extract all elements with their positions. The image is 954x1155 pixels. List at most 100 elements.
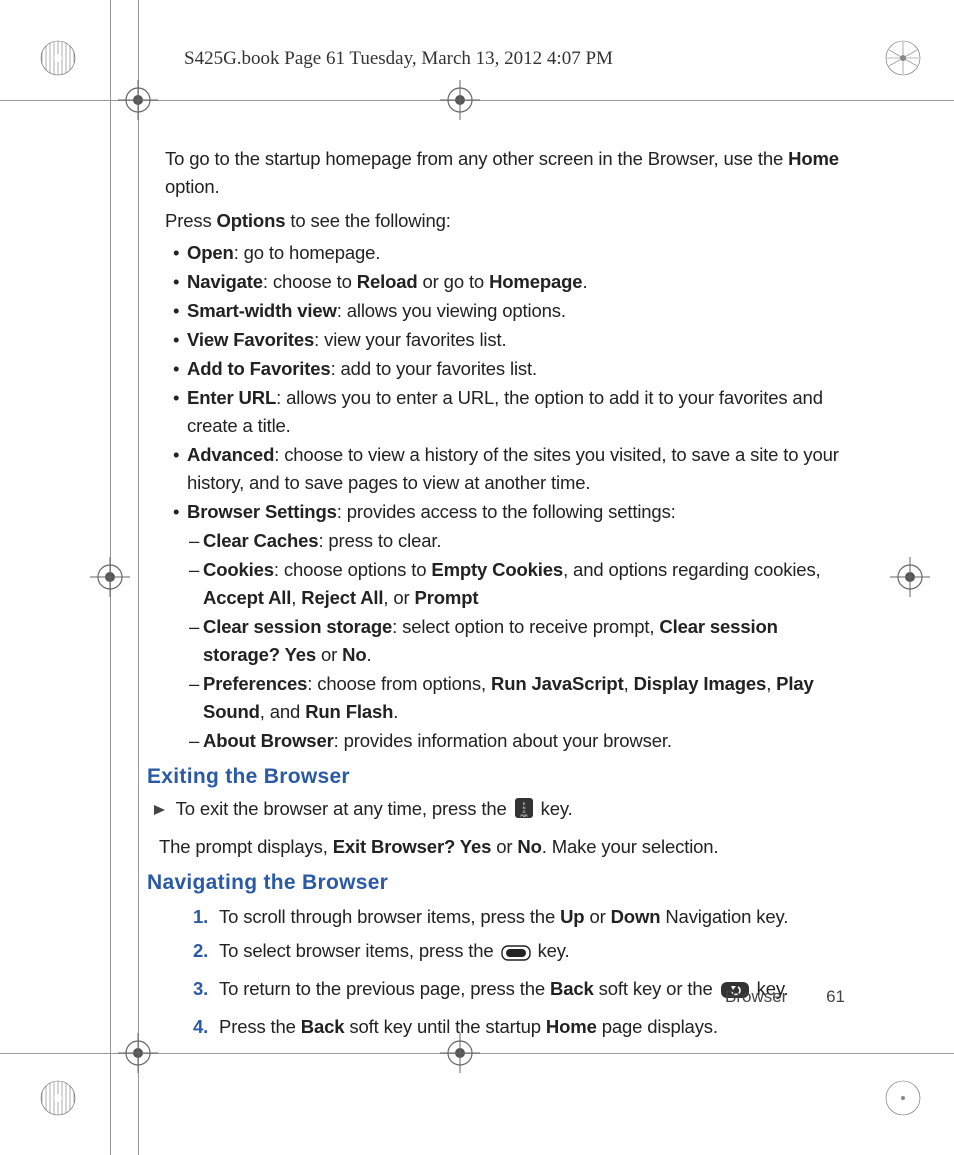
bold-text: Run Flash xyxy=(305,701,393,722)
bold-text: Reject All xyxy=(301,587,383,608)
text: The prompt displays, xyxy=(159,836,333,857)
bold-text: Display Images xyxy=(634,673,767,694)
bold-text: Homepage xyxy=(489,271,582,292)
options-intro: Press Options to see the following: xyxy=(165,207,845,235)
heading-exiting: Exiting the Browser xyxy=(147,763,845,791)
bs-clear-session: Clear session storage: select option to … xyxy=(189,613,845,669)
svg-text:PWR: PWR xyxy=(520,814,528,818)
bold-text: No xyxy=(517,836,541,857)
corner-mark-icon xyxy=(40,1080,76,1116)
bold-text: Prompt xyxy=(415,587,479,608)
option-advanced: Advanced: choose to view a history of th… xyxy=(173,441,845,497)
text: : choose from options, xyxy=(307,673,491,694)
text: To go to the startup homepage from any o… xyxy=(165,148,788,169)
bold-text: Advanced xyxy=(187,444,274,465)
option-navigate: Navigate: choose to Reload or go to Home… xyxy=(173,268,845,296)
bold-text: Reload xyxy=(357,271,418,292)
text: : allows you viewing options. xyxy=(337,300,566,321)
bold-text: Enter URL xyxy=(187,387,276,408)
page-header: S425G.book Page 61 Tuesday, March 13, 20… xyxy=(184,48,613,70)
text: : allows you to enter a URL, the option … xyxy=(187,387,823,436)
text: or xyxy=(316,644,342,665)
heading-navigating: Navigating the Browser xyxy=(147,869,845,897)
option-view-favorites: View Favorites: view your favorites list… xyxy=(173,326,845,354)
text: Press xyxy=(165,210,217,231)
text: To scroll through browser items, press t… xyxy=(219,906,560,927)
bold-text: Down xyxy=(611,906,661,927)
bs-cookies: Cookies: choose options to Empty Cookies… xyxy=(189,556,845,612)
registration-mark-icon xyxy=(118,80,158,120)
bold-text: Open xyxy=(187,242,234,263)
bold-text: Run JavaScript xyxy=(491,673,624,694)
arrow-right-icon xyxy=(153,797,167,825)
bold-text: Add to Favorites xyxy=(187,358,331,379)
end-pwr-key-icon: ENDPWR xyxy=(514,797,534,827)
text: : press to clear. xyxy=(318,530,441,551)
corner-mark-icon xyxy=(40,40,76,76)
intro-text: To go to the startup homepage from any o… xyxy=(165,145,845,201)
text: : choose to xyxy=(263,271,357,292)
text: or xyxy=(491,836,517,857)
select-key-icon xyxy=(501,941,531,969)
footer-section: Browser xyxy=(725,987,787,1006)
bold-text: Exit Browser? Yes xyxy=(333,836,492,857)
bold-text: Clear session storage xyxy=(203,616,392,637)
corner-mark-icon xyxy=(885,1080,921,1116)
crop-line-left2 xyxy=(138,0,139,1155)
text: To exit the browser at any time, press t… xyxy=(176,798,512,819)
page-body: To go to the startup homepage from any o… xyxy=(165,145,845,1047)
page-footer: Browser 61 xyxy=(165,987,845,1007)
text: , and options regarding cookies, xyxy=(563,559,820,580)
text: : select option to receive prompt, xyxy=(392,616,659,637)
text: page displays. xyxy=(597,1016,718,1037)
registration-mark-icon xyxy=(90,557,130,597)
option-add-favorites: Add to Favorites: add to your favorites … xyxy=(173,355,845,383)
text: , xyxy=(291,587,301,608)
text: . xyxy=(393,701,398,722)
bold-text: No xyxy=(342,644,366,665)
text: : choose to view a history of the sites … xyxy=(187,444,839,493)
text: . xyxy=(582,271,587,292)
option-smart-width: Smart-width view: allows you viewing opt… xyxy=(173,297,845,325)
option-enter-url: Enter URL: allows you to enter a URL, th… xyxy=(173,384,845,440)
text: , and xyxy=(260,701,305,722)
text: or xyxy=(584,906,610,927)
bold-text: Preferences xyxy=(203,673,307,694)
text: . xyxy=(367,644,372,665)
registration-mark-icon xyxy=(118,1033,158,1073)
text: , or xyxy=(383,587,414,608)
text: : provides information about your browse… xyxy=(334,730,672,751)
step-2: To select browser items, press the key. xyxy=(193,937,845,969)
bold-text: Empty Cookies xyxy=(431,559,563,580)
text: option. xyxy=(165,176,220,197)
exit-prompt-text: The prompt displays, Exit Browser? Yes o… xyxy=(159,833,845,861)
exit-instruction: To exit the browser at any time, press t… xyxy=(153,795,845,827)
text: To select browser items, press the xyxy=(219,940,499,961)
text: soft key until the startup xyxy=(344,1016,545,1037)
registration-mark-icon xyxy=(440,80,480,120)
text: : add to your favorites list. xyxy=(331,358,537,379)
text: Press the xyxy=(219,1016,301,1037)
bold-text: Accept All xyxy=(203,587,291,608)
text: : go to homepage. xyxy=(234,242,381,263)
bold-text: About Browser xyxy=(203,730,334,751)
bold-text: Browser Settings xyxy=(187,501,337,522)
footer-page-number: 61 xyxy=(826,987,845,1006)
text: . Make your selection. xyxy=(542,836,719,857)
registration-mark-icon xyxy=(890,557,930,597)
text: , xyxy=(766,673,776,694)
text: Navigation key. xyxy=(660,906,788,927)
text: key. xyxy=(541,798,573,819)
text: or go to xyxy=(418,271,490,292)
step-4: Press the Back soft key until the startu… xyxy=(193,1013,845,1041)
corner-mark-icon xyxy=(885,40,921,76)
bold-text: Home xyxy=(546,1016,597,1037)
bold-text: Back xyxy=(301,1016,345,1037)
bold-text: Cookies xyxy=(203,559,274,580)
text: : choose options to xyxy=(274,559,431,580)
bs-about-browser: About Browser: provides information abou… xyxy=(189,727,845,755)
bold-text: View Favorites xyxy=(187,329,314,350)
bold-text: Up xyxy=(560,906,584,927)
option-open: Open: go to homepage. xyxy=(173,239,845,267)
text: : provides access to the following setti… xyxy=(337,501,676,522)
